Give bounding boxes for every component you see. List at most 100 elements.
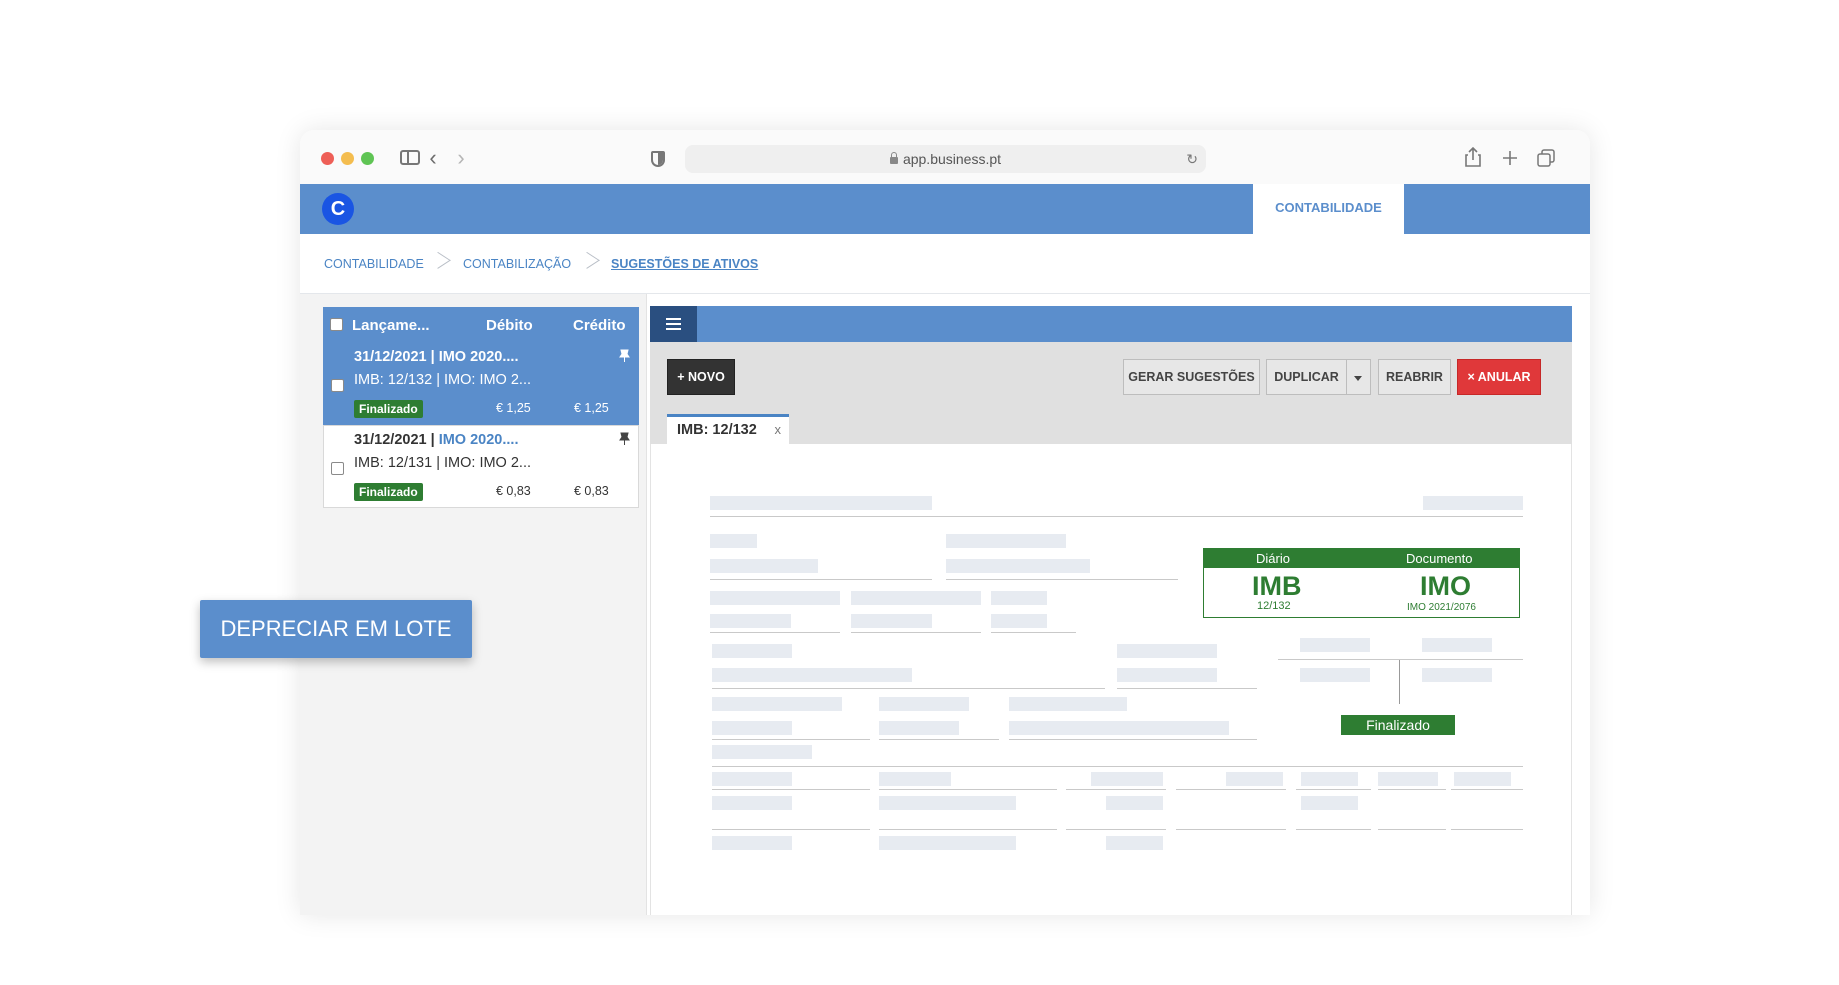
page: ‹ › app.business.pt ↻ C CONTABILIDADE CO…	[0, 0, 1839, 985]
address-bar[interactable]: app.business.pt ↻	[685, 145, 1206, 173]
row-checkbox[interactable]	[331, 379, 344, 392]
breadcrumb: CONTABILIDADE CONTABILIZAÇÃO SUGESTÕES D…	[300, 234, 1590, 294]
document-content: Diário Documento IMB 12/132 IMO IMO 2021…	[650, 444, 1572, 915]
breadcrumb-separator-icon	[438, 248, 452, 278]
document-tab[interactable]: IMB: 12/132 x	[667, 414, 789, 444]
divider	[851, 632, 981, 633]
gerar-sugestoes-button[interactable]: GERAR SUGESTÕES	[1123, 359, 1260, 395]
diario-documento-header: Diário Documento	[1204, 549, 1519, 568]
divider	[1378, 829, 1446, 830]
divider	[712, 766, 1523, 767]
skeleton-block	[710, 534, 757, 548]
divider	[1296, 829, 1371, 830]
duplicar-dropdown-button[interactable]	[1346, 359, 1371, 395]
close-tab-icon[interactable]: x	[775, 417, 782, 443]
skeleton-block	[712, 697, 842, 711]
credit-value: € 1,25	[574, 401, 609, 415]
entry-title: 31/12/2021 | IMO 2020....	[354, 349, 519, 365]
skeleton-block	[712, 644, 792, 658]
skeleton-block	[710, 614, 791, 628]
tab-contabilidade[interactable]: CONTABILIDADE	[1253, 184, 1404, 234]
skeleton-block	[1422, 638, 1492, 652]
url-text: app.business.pt	[902, 151, 1002, 167]
column-debito[interactable]: Débito	[486, 317, 533, 334]
column-lancamento[interactable]: Lançame...	[352, 317, 430, 334]
browser-titlebar: ‹ › app.business.pt ↻	[300, 130, 1590, 184]
share-icon[interactable]	[1465, 147, 1481, 167]
skeleton-block	[710, 591, 840, 605]
tabs-overview-icon[interactable]	[1537, 149, 1555, 167]
skeleton-block	[1117, 668, 1217, 682]
depreciar-em-lote-button[interactable]: DEPRECIAR EM LOTE	[200, 600, 472, 658]
status-badge: Finalizado	[354, 400, 423, 418]
pin-icon[interactable]	[619, 349, 630, 365]
sidebar-toggle-icon[interactable]	[400, 150, 420, 165]
select-all-checkbox[interactable]	[330, 318, 343, 331]
list-item[interactable]: 31/12/2021 | IMO 2020.... IMB: 12/131 | …	[323, 425, 639, 508]
pin-icon[interactable]	[619, 432, 630, 448]
document-pane: + NOVO GERAR SUGESTÕES DUPLICAR REABRIR …	[650, 306, 1572, 915]
diario-value: IMB	[1252, 571, 1302, 601]
skeleton-block	[710, 496, 932, 510]
minimize-window-icon[interactable]	[341, 152, 354, 165]
skeleton-block	[1423, 496, 1523, 510]
lock-icon	[889, 152, 898, 164]
duplicar-button[interactable]: DUPLICAR	[1266, 359, 1347, 395]
entry-subtitle: IMB: 12/132 | IMO: IMO 2...	[354, 372, 532, 388]
divider	[1378, 789, 1446, 790]
new-button[interactable]: + NOVO	[667, 359, 735, 395]
breadcrumb-sugestoes[interactable]: SUGESTÕES DE ATIVOS	[611, 257, 758, 271]
row-checkbox[interactable]	[331, 462, 344, 475]
skeleton-block	[1009, 721, 1229, 735]
divider	[1117, 688, 1257, 689]
reload-icon[interactable]: ↻	[1186, 145, 1198, 173]
reabrir-button[interactable]: REABRIR	[1378, 359, 1451, 395]
column-credito[interactable]: Crédito	[573, 317, 626, 334]
divider	[879, 829, 1057, 830]
divider	[712, 688, 1105, 689]
skeleton-block	[712, 721, 792, 735]
skeleton-block	[712, 668, 912, 682]
skeleton-block	[879, 721, 959, 735]
list-item[interactable]: 31/12/2021 | IMO 2020.... IMB: 12/132 | …	[323, 342, 639, 425]
debit-value: € 0,83	[496, 484, 531, 498]
diario-documento-box: Diário Documento IMB 12/132 IMO IMO 2021…	[1203, 548, 1520, 618]
skeleton-block	[1106, 836, 1163, 850]
breadcrumb-contabilidade[interactable]: CONTABILIDADE	[324, 257, 424, 271]
anular-button[interactable]: × ANULAR	[1457, 359, 1541, 395]
skeleton-block	[710, 559, 818, 573]
skeleton-block	[851, 591, 981, 605]
status-badge: Finalizado	[354, 483, 423, 501]
skeleton-block	[946, 534, 1066, 548]
diario-number: 12/132	[1257, 600, 1291, 612]
skeleton-block	[879, 772, 951, 786]
back-icon[interactable]: ‹	[420, 144, 446, 172]
entry-subtitle: IMB: 12/131 | IMO: IMO 2...	[354, 455, 532, 471]
divider	[991, 632, 1076, 633]
divider	[710, 516, 1523, 517]
skeleton-block	[851, 614, 932, 628]
new-tab-icon[interactable]	[1502, 150, 1518, 166]
close-window-icon[interactable]	[321, 152, 334, 165]
skeleton-block	[1301, 796, 1358, 810]
documento-number: IMO 2021/2076	[1407, 602, 1476, 613]
skeleton-block	[946, 559, 1090, 573]
divider	[1278, 659, 1523, 660]
browser-window: ‹ › app.business.pt ↻ C CONTABILIDADE CO…	[300, 130, 1590, 915]
app-logo[interactable]: C	[322, 193, 354, 225]
divider	[1451, 789, 1523, 790]
forward-icon[interactable]: ›	[448, 144, 474, 172]
skeleton-block	[879, 697, 969, 711]
divider	[1296, 789, 1371, 790]
skeleton-block	[1226, 772, 1283, 786]
shield-icon[interactable]	[651, 151, 665, 167]
skeleton-block	[991, 591, 1047, 605]
divider	[1066, 789, 1166, 790]
breadcrumb-contabilizacao[interactable]: CONTABILIZAÇÃO	[463, 257, 571, 271]
menu-icon[interactable]	[650, 306, 697, 342]
divider	[1176, 829, 1286, 830]
divider	[712, 829, 870, 830]
maximize-window-icon[interactable]	[361, 152, 374, 165]
breadcrumb-separator-icon	[587, 248, 601, 278]
skeleton-block	[1300, 638, 1370, 652]
